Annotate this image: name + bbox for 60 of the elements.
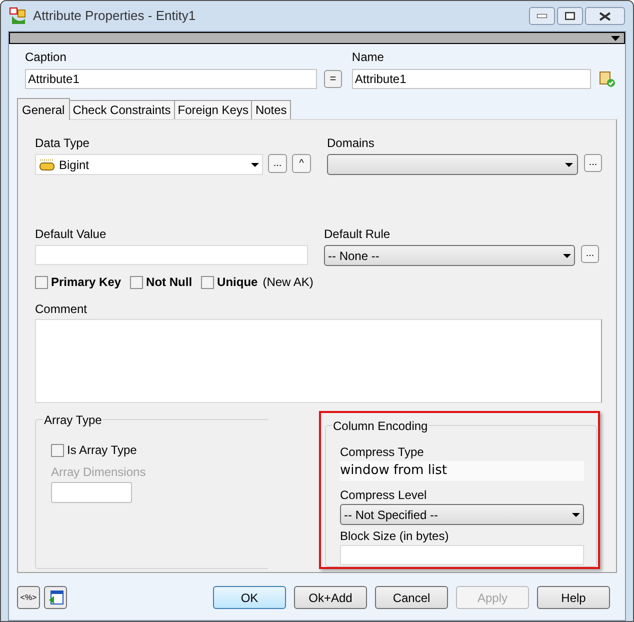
checkbox[interactable] — [51, 444, 64, 456]
default-rule-dropdown[interactable]: -- None -- — [324, 245, 576, 266]
default-rule-label: Default Rule — [324, 226, 392, 243]
array-dimensions-label: Array Dimensions — [51, 464, 147, 481]
minimize-button[interactable] — [529, 7, 555, 25]
name-label: Name — [352, 49, 385, 66]
name-field[interactable]: Attribute1 — [352, 69, 592, 89]
maximize-button[interactable] — [557, 7, 583, 25]
data-type-dropdown[interactable]: Bigint — [35, 154, 263, 175]
dialog-button[interactable]: OK — [213, 586, 286, 609]
caption-label: Caption — [25, 49, 68, 66]
browse-button[interactable]: ... — [268, 154, 287, 173]
checkbox-label: Is Array Type — [67, 442, 137, 459]
dropdown-arrow-icon — [251, 162, 259, 166]
comment-label: Comment — [35, 301, 88, 318]
checkbox-label: Not Null — [146, 274, 192, 291]
default-value-field[interactable] — [35, 245, 308, 265]
compress-type-label: Compress Type — [340, 444, 425, 461]
dropdown-arrow-icon — [563, 254, 572, 258]
checkbox[interactable] — [130, 276, 144, 288]
tab[interactable]: Notes — [252, 100, 291, 119]
close-button[interactable] — [585, 7, 625, 25]
up-button[interactable]: ^ — [292, 154, 311, 173]
tab[interactable]: Check Constraints — [70, 100, 175, 119]
comment-field[interactable] — [35, 319, 602, 403]
caption-field[interactable]: Attribute1 — [25, 69, 317, 89]
data-type-icon — [39, 158, 55, 170]
dropdown-arrow-icon — [565, 162, 574, 166]
dialog-button[interactable]: Help — [537, 586, 610, 609]
data-type-label: Data Type — [35, 135, 90, 152]
compress-level-dropdown[interactable]: -- Not Specified -- — [340, 504, 584, 525]
checkbox-label: Primary Key — [51, 274, 122, 291]
macro-button[interactable]: <%> — [17, 586, 40, 609]
close-icon — [599, 12, 611, 20]
domains-dropdown[interactable] — [327, 154, 578, 175]
checkbox[interactable] — [201, 276, 214, 288]
app-icon — [9, 7, 27, 25]
dialog-button[interactable]: Ok+Add — [294, 586, 367, 609]
minimize-icon — [537, 14, 547, 18]
hint-text: (New AK) — [262, 274, 314, 291]
browse-button[interactable]: ... — [584, 154, 602, 172]
dropdown-arrow-icon[interactable] — [611, 36, 620, 40]
browse-button[interactable]: ... — [581, 245, 599, 263]
equals-button[interactable]: = — [324, 70, 342, 88]
checkbox-label: Unique — [217, 274, 258, 291]
tab[interactable]: Foreign Keys — [174, 100, 252, 119]
window-list-button[interactable] — [44, 586, 67, 609]
block-size-field[interactable] — [340, 545, 584, 565]
domains-label: Domains — [327, 135, 376, 152]
compress-type-field[interactable]: window from list — [340, 461, 584, 481]
restore-icon — [565, 12, 575, 20]
tab[interactable]: General — [17, 98, 70, 120]
default-value-label: Default Value — [35, 226, 108, 243]
compress-level-label: Compress Level — [340, 487, 428, 504]
block-size-label: Block Size (in bytes) — [340, 528, 450, 545]
window-title: Attribute Properties - Entity1 — [33, 7, 196, 26]
dropdown-arrow-icon — [572, 512, 580, 516]
dialog-button[interactable]: Cancel — [375, 586, 448, 609]
checkbox[interactable] — [35, 276, 48, 288]
document-check-icon[interactable] — [599, 71, 615, 87]
